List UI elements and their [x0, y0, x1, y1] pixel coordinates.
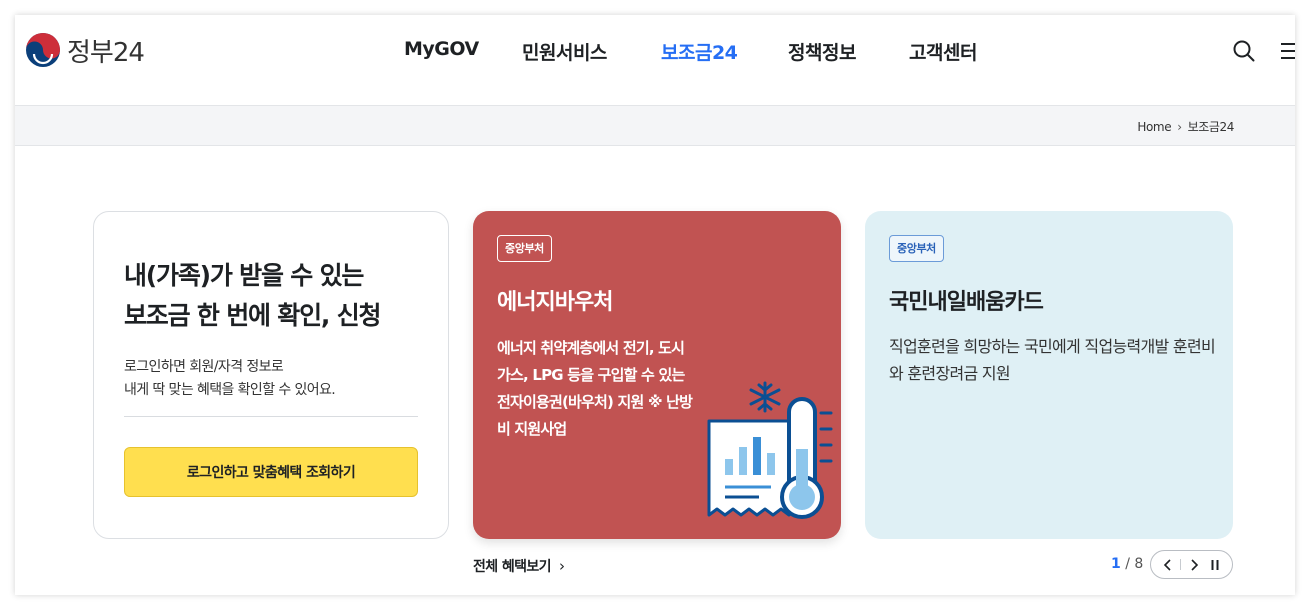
page-frame: 정부24 MyGOV 민원서비스 보조금24 정책정보 고객센터 Home › …	[15, 15, 1295, 595]
nav-item-mygov[interactable]: MyGOV	[404, 38, 479, 60]
site-header: 정부24 MyGOV 민원서비스 보조금24 정책정보 고객센터	[15, 15, 1295, 105]
chevron-left-icon	[1163, 558, 1171, 571]
pause-slide-button[interactable]	[1206, 556, 1224, 574]
breadcrumb-current: 보조금24	[1187, 120, 1235, 134]
login-card-title: 내(가족)가 받을 수 있는 보조금 한 번에 확인, 신청	[124, 256, 434, 336]
login-card-description: 로그인하면 회원/자격 정보로 내게 딱 맞는 혜택을 확인할 수 있어요.	[124, 356, 424, 402]
carousel-page-indicator: 1 / 8	[1111, 556, 1143, 572]
ministry-tag: 중앙부처	[889, 235, 944, 262]
benefit-card-title: 에너지바우처	[497, 290, 613, 315]
benefit-card-description: 직업훈련을 희망하는 국민에게 직업능력개발 훈련비와 훈련장려금 지원	[889, 337, 1216, 383]
pause-icon	[1211, 559, 1219, 570]
prev-slide-button[interactable]	[1159, 556, 1177, 574]
nav-item-civil-service[interactable]: 민원서비스	[522, 38, 607, 65]
divider	[1180, 559, 1182, 570]
hamburger-menu-icon[interactable]	[1279, 40, 1295, 62]
login-custom-benefit-button[interactable]: 로그인하고 맞춤혜택 조회하기	[124, 447, 418, 497]
all-benefits-label: 전체 혜택보기	[473, 559, 552, 575]
next-slide-button[interactable]	[1185, 556, 1203, 574]
all-benefits-link[interactable]: 전체 혜택보기 ›	[473, 556, 565, 576]
energy-thermometer-icon	[707, 381, 833, 519]
chevron-right-icon: ›	[1177, 119, 1182, 134]
page-total: 8	[1134, 556, 1144, 572]
benefit-card-energy-voucher[interactable]: 중앙부처 에너지바우처 에너지 취약계층에서 전기, 도시가스, LPG 등을 …	[473, 211, 841, 539]
benefit-card-learning-card[interactable]: 중앙부처 국민내일배움카드 직업훈련을 희망하는 국민에게 직업능력개발 훈련비…	[865, 211, 1233, 539]
ministry-tag: 중앙부처	[497, 235, 552, 262]
divider	[124, 416, 418, 417]
benefit-card-title: 국민내일배움카드	[889, 290, 1044, 315]
breadcrumb-bar: Home › 보조금24	[15, 105, 1295, 146]
breadcrumb-home[interactable]: Home	[1137, 120, 1171, 134]
login-card: 내(가족)가 받을 수 있는 보조금 한 번에 확인, 신청 로그인하면 회원/…	[93, 211, 449, 539]
carousel-controls	[1150, 550, 1233, 579]
nav-item-policy-info[interactable]: 정책정보	[788, 38, 856, 65]
main-nav: MyGOV 민원서비스 보조금24 정책정보 고객센터	[15, 38, 1295, 64]
chevron-right-icon: ›	[558, 557, 565, 575]
page-separator: /	[1125, 556, 1130, 572]
login-title-line-1: 내(가족)가 받을 수 있는	[124, 261, 364, 290]
login-desc-line-1: 로그인하면 회원/자격 정보로	[124, 359, 284, 375]
search-icon[interactable]	[1232, 39, 1256, 63]
benefit-card-description: 에너지 취약계층에서 전기, 도시가스, LPG 등을 구입할 수 있는 전자이…	[497, 339, 693, 438]
nav-item-customer-center[interactable]: 고객센터	[909, 38, 977, 65]
login-desc-line-2: 내게 딱 맞는 혜택을 확인할 수 있어요.	[124, 382, 336, 398]
login-title-line-2: 보조금 한 번에 확인, 신청	[124, 301, 382, 330]
chevron-right-icon	[1191, 558, 1198, 571]
page-current: 1	[1111, 556, 1121, 572]
nav-item-subsidy24[interactable]: 보조금24	[661, 38, 738, 65]
breadcrumb: Home › 보조금24	[1137, 118, 1234, 135]
